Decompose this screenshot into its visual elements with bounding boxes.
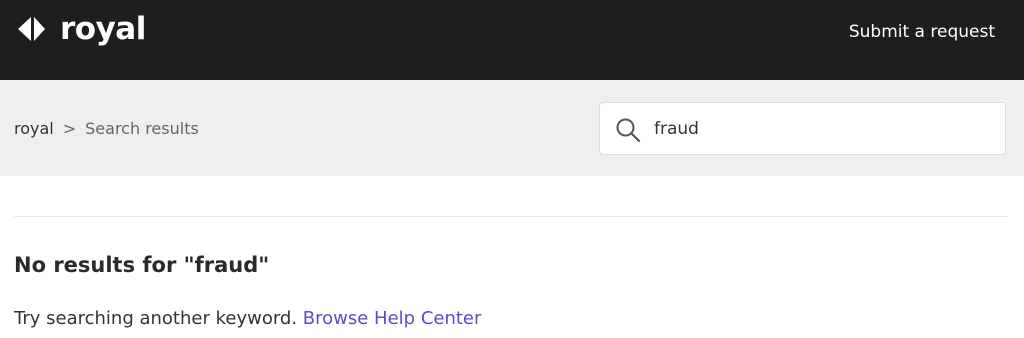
breadcrumb: royal > Search results [14,118,199,140]
submit-request-link[interactable]: Submit a request [849,20,995,44]
royal-logo-icon [18,17,45,41]
brand-name: royal [60,11,146,47]
search-input[interactable] [654,116,984,142]
breadcrumb-home-link[interactable]: royal [14,118,54,140]
results-hint: Try searching another keyword. Browse He… [14,306,481,332]
breadcrumb-current: Search results [85,119,199,138]
browse-help-center-link[interactable]: Browse Help Center [303,308,482,329]
site-header: royal Submit a request [0,0,1024,80]
hint-text: Try searching another keyword. [14,308,298,329]
brand-logo[interactable]: royal [18,10,146,48]
content-divider [14,216,1008,217]
breadcrumb-separator: > [62,119,77,138]
search-box[interactable] [599,102,1006,155]
search-icon[interactable] [615,117,641,143]
search-bar-section: royal > Search results [0,80,1024,176]
results-heading: No results for "fraud" [14,253,270,277]
